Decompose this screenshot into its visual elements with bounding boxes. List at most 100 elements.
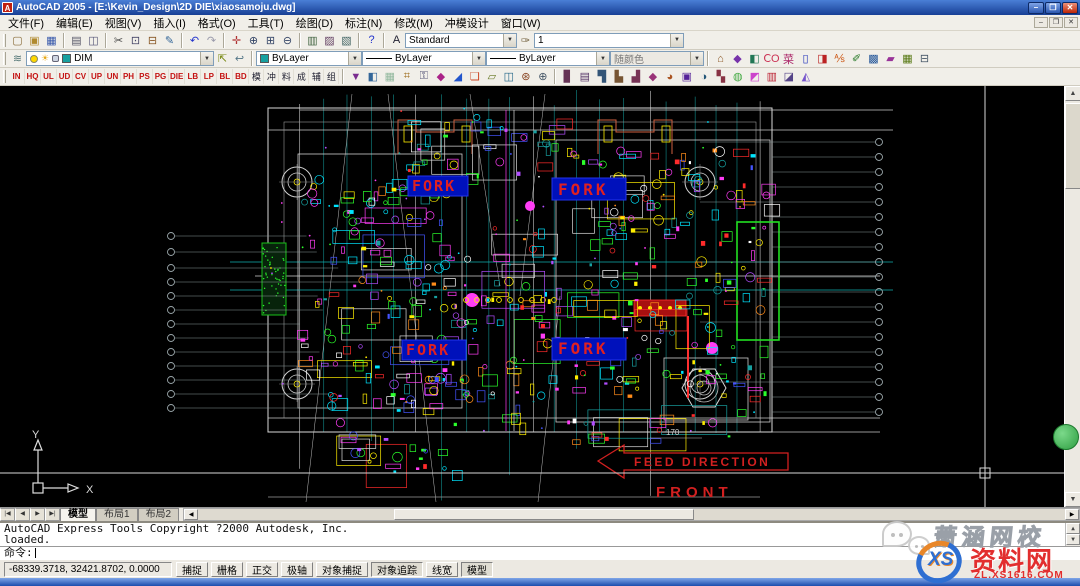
die-cmd-cv-button[interactable]: CV [73,69,89,84]
punch-tool-8-icon[interactable]: ▣ [678,69,695,85]
tab-模型[interactable]: 模型 [60,508,96,521]
tab-prev-icon[interactable]: ◀ [15,508,30,521]
status-toggle-极轴[interactable]: 极轴 [281,562,313,577]
mdi-close-button[interactable]: ✕ [1064,17,1078,28]
status-toggle-栅格[interactable]: 栅格 [211,562,243,577]
layer-combo[interactable]: ☀ DIM ▼ [26,51,214,66]
punch-tool-14-icon[interactable]: ◪ [780,69,797,85]
tab-布局2[interactable]: 布局2 [138,508,180,521]
die-cmd-lp-button[interactable]: LP [201,69,217,84]
scroll-up-icon[interactable]: ▲ [1066,523,1080,534]
drawing-canvas[interactable]: FORK FORK FORK FORK FEED DIRECTION FRONT… [0,86,1064,507]
die-cmd-ud-button[interactable]: UD [57,69,73,84]
punch-tool-3-icon[interactable]: ▜ [593,69,610,85]
open-icon[interactable]: ▣ [26,32,43,48]
express-tool-8-icon[interactable]: ⅍ [831,51,848,67]
scroll-right-icon[interactable]: ▶ [1065,509,1079,520]
die-tool-9-icon[interactable]: ▱ [483,69,500,85]
chevron-down-icon[interactable]: ▼ [670,34,683,47]
dim-style-combo[interactable]: 1 ▼ [534,33,684,48]
horizontal-scrollbar[interactable]: ◀ ▶ [183,508,1080,521]
properties-icon[interactable]: ▥ [304,32,321,48]
scroll-left-icon[interactable]: ◀ [184,509,198,520]
punch-tool-5-icon[interactable]: ▟ [627,69,644,85]
status-toggle-线宽[interactable]: 线宽 [426,562,458,577]
die-tool-6-icon[interactable]: ◆ [432,69,449,85]
punch-tool-15-icon[interactable]: ◭ [797,69,814,85]
punch-tool-6-icon[interactable]: ◆ [644,69,661,85]
chevron-down-icon[interactable]: ▼ [690,52,703,65]
die-cmd-up-button[interactable]: UP [89,69,105,84]
horizontal-scroll-thumb[interactable] [394,509,694,520]
tab-布局1[interactable]: 布局1 [96,508,138,521]
die-cmd-bl-button[interactable]: BL [217,69,233,84]
layer-thaw-icon[interactable]: ☀ [41,54,49,63]
command-line-panel[interactable]: AutoCAD Express Tools Copyright ?2000 Au… [0,521,1080,559]
menu-item-5[interactable]: 格式(O) [192,15,242,31]
new-icon[interactable]: ▢ [9,32,26,48]
express-tool-3-icon[interactable]: ◧ [746,51,763,67]
minimize-button[interactable]: – [1028,2,1044,14]
match-properties-icon[interactable]: ✎ [161,32,178,48]
help-icon[interactable]: ? [363,32,380,48]
vertical-scrollbar[interactable]: ▲ ▼ [1064,86,1080,507]
command-prompt-row[interactable]: 命令: [0,546,1080,559]
menu-item-2[interactable]: 编辑(E) [50,15,99,31]
undo-icon[interactable]: ↶ [186,32,203,48]
punch-tool-12-icon[interactable]: ◩ [746,69,763,85]
express-tool-12-icon[interactable]: ▦ [899,51,916,67]
die-tool-1-icon[interactable]: ▼ [347,69,364,85]
die-cmd-ph-button[interactable]: PH [121,69,137,84]
die-tool-10-icon[interactable]: ◫ [500,69,517,85]
toolbar-grip[interactable] [3,34,6,47]
layer-properties-manager-icon[interactable]: ≋ [9,51,26,67]
menu-item-4[interactable]: 插入(I) [147,15,191,31]
zoom-window-icon[interactable]: ⊞ [262,32,279,48]
die-cmd-in-button[interactable]: IN [9,69,25,84]
menu-item-10[interactable]: 冲模设计 [439,15,495,31]
tab-last-icon[interactable]: ▶| [45,508,60,521]
mdi-minimize-button[interactable]: – [1034,17,1048,28]
express-tool-5-icon[interactable]: 菜 [780,51,797,67]
die-cmd-cn-3-button[interactable]: 料 [279,69,294,84]
lineweight-combo[interactable]: ByLayer ▼ [486,51,610,66]
paste-icon[interactable]: ⊟ [144,32,161,48]
express-tool-11-icon[interactable]: ▰ [882,51,899,67]
punch-tool-2-icon[interactable]: ▤ [576,69,593,85]
punch-tool-1-icon[interactable]: ▊ [559,69,576,85]
chevron-down-icon[interactable]: ▼ [348,52,361,65]
die-cmd-cn-6-button[interactable]: 组 [324,69,339,84]
die-cmd-lb-button[interactable]: LB [185,69,201,84]
die-cmd-cn-1-button[interactable]: 模 [249,69,264,84]
die-tool-11-icon[interactable]: ⊛ [517,69,534,85]
die-cmd-hq-button[interactable]: HQ [25,69,41,84]
chevron-down-icon[interactable]: ▼ [596,52,609,65]
plot-style-combo[interactable]: 随颜色 ▼ [610,51,704,66]
status-toggle-正交[interactable]: 正交 [246,562,278,577]
express-tool-4-icon[interactable]: ⅭO [763,51,780,67]
maximize-button[interactable]: ❐ [1045,2,1061,14]
punch-tool-7-icon[interactable]: ◕ [661,69,678,85]
punch-tool-4-icon[interactable]: ▙ [610,69,627,85]
tab-next-icon[interactable]: ▶ [30,508,45,521]
make-object-layer-current-icon[interactable]: ⇱ [214,51,231,67]
die-cmd-ps-button[interactable]: PS [137,69,153,84]
die-tool-7-icon[interactable]: ◢ [449,69,466,85]
status-toggle-对象追踪[interactable]: 对象追踪 [371,562,423,577]
express-tool-13-icon[interactable]: ⊟ [916,51,933,67]
title-bar[interactable]: A AutoCAD 2005 - [E:\Kevin_Design\2D DIE… [0,0,1080,15]
linetype-combo[interactable]: ByLayer ▼ [362,51,486,66]
die-tool-4-icon[interactable]: ⌗ [398,69,415,85]
chevron-down-icon[interactable]: ▼ [200,52,213,65]
menu-item-6[interactable]: 工具(T) [242,15,290,31]
punch-tool-13-icon[interactable]: ▥ [763,69,780,85]
die-cmd-pg-button[interactable]: PG [153,69,169,84]
die-cmd-bd-button[interactable]: BD [233,69,249,84]
menu-item-7[interactable]: 绘图(D) [290,15,339,31]
coordinate-readout[interactable]: -68339.3718, 32421.8702, 0.0000 [4,562,172,577]
designcenter-icon[interactable]: ▨ [321,32,338,48]
layer-on-icon[interactable] [30,55,38,63]
express-tool-9-icon[interactable]: ✐ [848,51,865,67]
die-cmd-ul-button[interactable]: UL [41,69,57,84]
cut-icon[interactable]: ✂ [110,32,127,48]
